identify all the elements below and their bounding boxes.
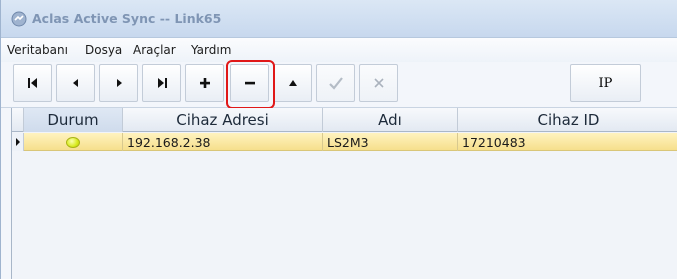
delete-record-button[interactable] <box>230 64 269 102</box>
menu-dosya[interactable]: Dosya <box>85 43 122 57</box>
check-icon <box>328 77 343 90</box>
x-icon <box>373 78 384 88</box>
app-window: Aclas Active Sync -- Link65 Veritabanı D… <box>0 0 677 279</box>
next-icon <box>116 79 122 87</box>
column-header-adi[interactable]: Adı <box>323 108 458 132</box>
table-row[interactable]: 192.168.2.38 LS2M3 17210483 <box>12 133 677 151</box>
next-record-button[interactable] <box>99 64 138 102</box>
column-header-durum[interactable]: Durum <box>24 108 123 132</box>
last-record-button[interactable] <box>142 64 181 102</box>
current-row-arrow-icon <box>15 138 20 146</box>
device-grid[interactable]: Durum Cihaz Adresi Adı Cihaz ID 192.168.… <box>11 108 677 279</box>
edit-record-button[interactable] <box>273 64 312 102</box>
ip-button[interactable]: IP <box>570 64 641 102</box>
plus-icon <box>199 78 210 88</box>
first-record-button[interactable] <box>13 64 52 102</box>
menu-yardim[interactable]: Yardım <box>191 43 231 57</box>
last-icon <box>157 78 167 88</box>
title-bar[interactable]: Aclas Active Sync -- Link65 <box>1 0 677 38</box>
app-icon <box>11 11 27 27</box>
post-record-button[interactable] <box>316 64 355 102</box>
menu-veritabani[interactable]: Veritabanı <box>7 43 68 57</box>
cihaz-id-cell: 17210483 <box>462 134 526 150</box>
status-online-icon <box>66 136 80 148</box>
grid-header: Durum Cihaz Adresi Adı Cihaz ID <box>12 108 677 132</box>
up-triangle-icon <box>288 80 297 86</box>
window-title: Aclas Active Sync -- Link65 <box>32 11 222 26</box>
menu-araclar[interactable]: Araçlar <box>133 43 176 57</box>
first-icon <box>27 78 37 88</box>
minus-icon <box>244 81 255 85</box>
prior-record-button[interactable] <box>56 64 95 102</box>
insert-record-button[interactable] <box>185 64 224 102</box>
cihaz-adresi-cell: 192.168.2.38 <box>123 133 323 151</box>
adi-cell: LS2M3 <box>323 133 458 151</box>
row-indicator <box>12 133 24 151</box>
cancel-record-button[interactable] <box>359 64 398 102</box>
navigator-toolbar: IP <box>1 62 677 108</box>
prior-icon <box>72 79 78 87</box>
status-cell <box>24 133 123 151</box>
menu-bar: Veritabanı Dosya Araçlar Yardım <box>1 38 677 62</box>
column-header-cihaz-id[interactable]: Cihaz ID <box>458 108 677 132</box>
column-header-cihaz-adresi[interactable]: Cihaz Adresi <box>123 108 323 132</box>
indicator-header <box>12 108 24 132</box>
